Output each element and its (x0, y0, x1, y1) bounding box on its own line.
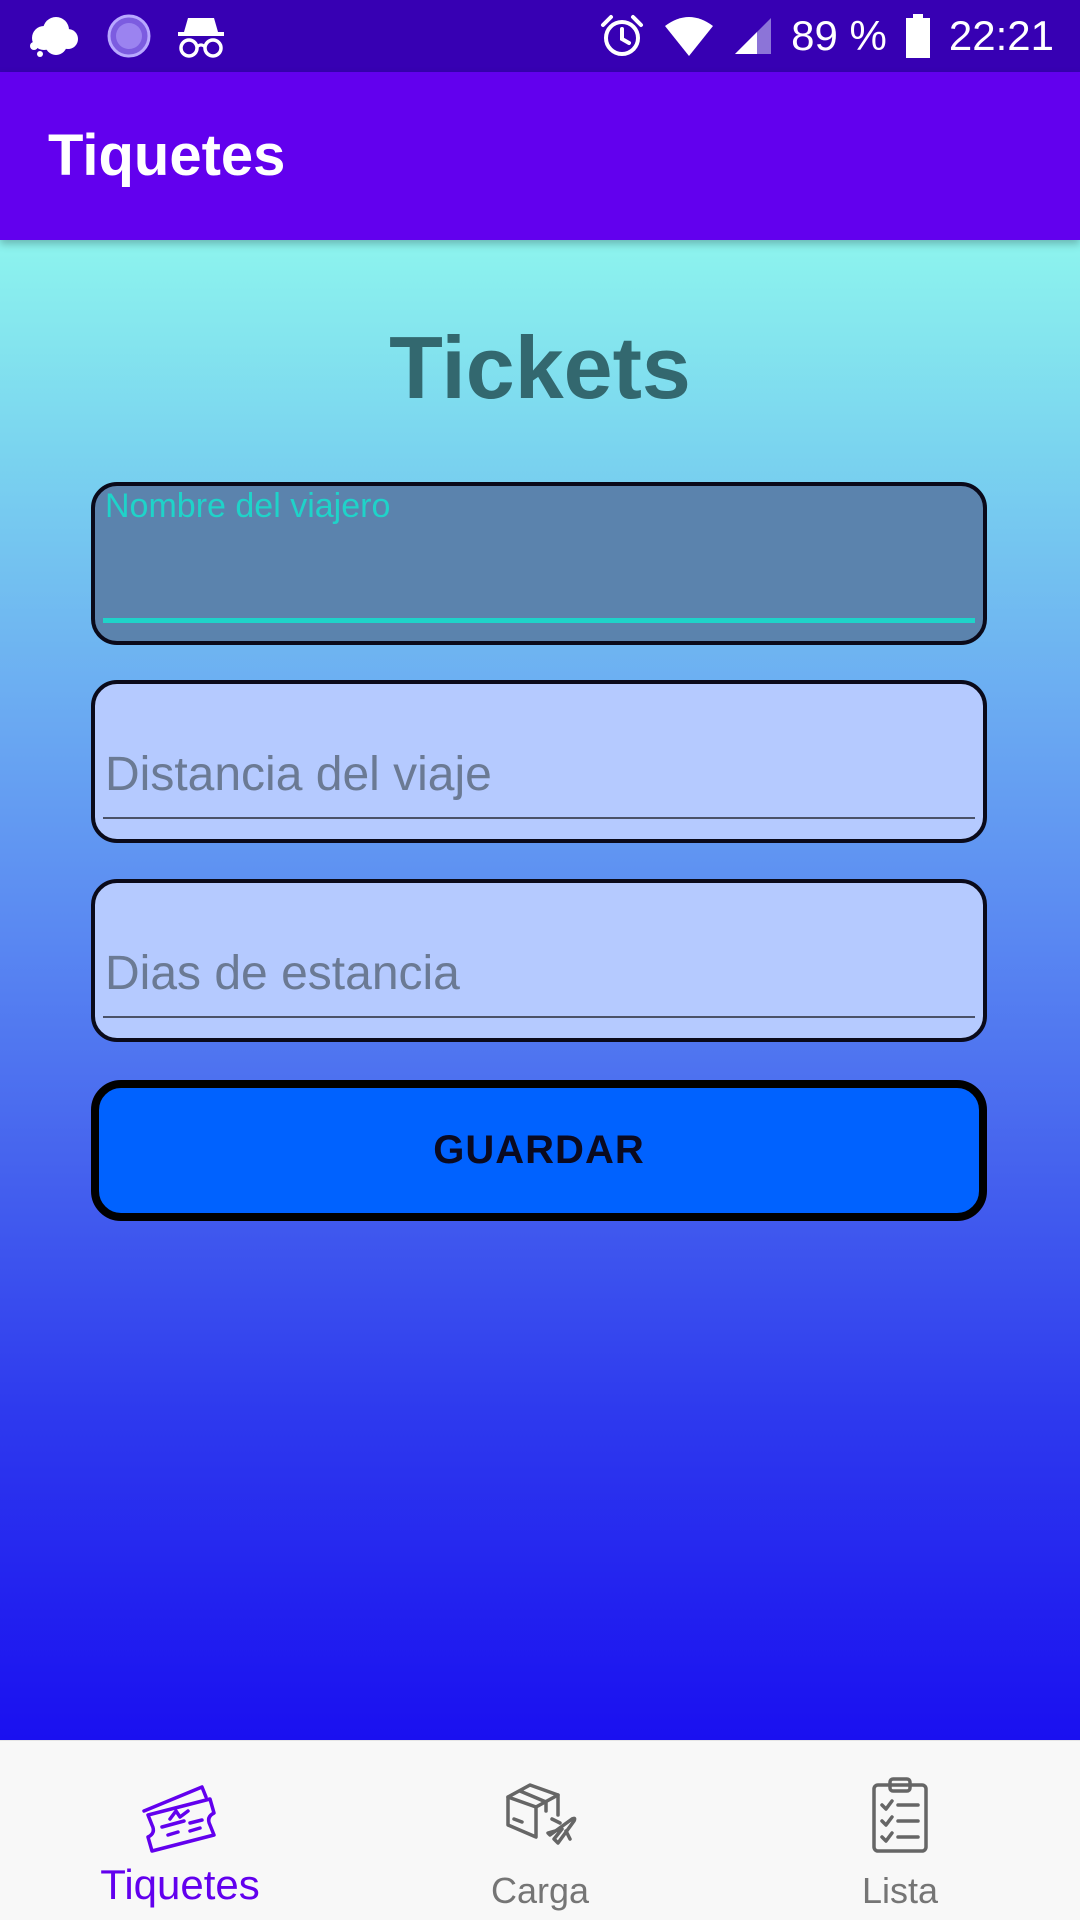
page-title: Tickets (389, 318, 691, 417)
traveler-name-input[interactable] (105, 534, 973, 594)
nav-label-carga: Carga (490, 1870, 590, 1911)
battery-percent: 89 % (791, 12, 887, 59)
app-bar: Tiquetes (0, 72, 1080, 240)
nav-item-tiquetes[interactable]: Tiquetes (0, 1741, 360, 1920)
stay-days-field[interactable]: Dias de estancia (91, 879, 987, 1042)
nav-item-carga[interactable]: Carga (360, 1741, 720, 1920)
checklist-icon (860, 1775, 940, 1855)
circle-app-icon (106, 13, 152, 59)
save-button[interactable]: GUARDAR (91, 1080, 987, 1221)
stay-days-underline (103, 1016, 975, 1018)
clock: 22:21 (948, 12, 1054, 59)
main-content: Tickets Nombre del viajero Distancia del… (0, 240, 1080, 1740)
cell-signal-icon (733, 16, 773, 56)
trip-distance-field[interactable]: Distancia del viaje (91, 680, 987, 843)
screen: 89 % 22:21 Tiquetes Tickets Nombre del v… (0, 0, 1080, 1920)
status-left-icons (26, 12, 226, 60)
cargo-icon (500, 1775, 580, 1855)
trip-distance-placeholder: Distancia del viaje (105, 748, 492, 801)
tickets-icon (140, 1775, 220, 1855)
status-bar: 89 % 22:21 (0, 0, 1080, 72)
app-title: Tiquetes (48, 123, 286, 188)
battery-icon (905, 13, 931, 59)
wifi-icon (663, 14, 715, 58)
incognito-icon (176, 12, 226, 60)
stay-days-placeholder: Dias de estancia (105, 947, 460, 1000)
nav-item-lista[interactable]: Lista (720, 1741, 1080, 1920)
nav-label-lista: Lista (861, 1870, 939, 1911)
bottom-navigation: Tiquetes Carga Lista (0, 1740, 1080, 1920)
traveler-name-field[interactable]: Nombre del viajero (91, 482, 987, 645)
cloud-app-icon (26, 12, 82, 60)
traveler-name-underline (103, 618, 975, 623)
trip-distance-underline (103, 817, 975, 819)
status-right-icons: 89 % 22:21 (599, 10, 1054, 62)
traveler-name-label: Nombre del viajero (105, 487, 391, 525)
alarm-icon (599, 13, 645, 59)
nav-label-tiquetes: Tiquetes (100, 1861, 260, 1908)
